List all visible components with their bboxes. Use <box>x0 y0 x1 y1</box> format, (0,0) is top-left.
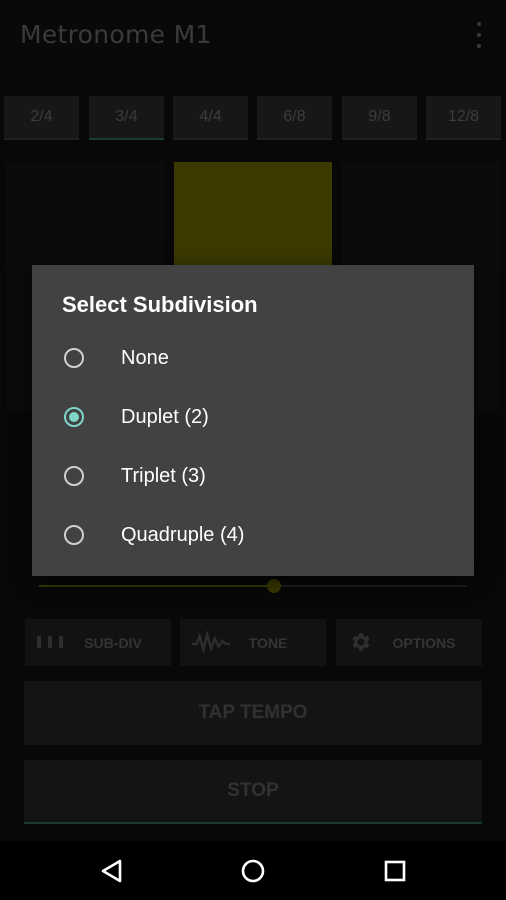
option-none[interactable]: None <box>32 330 474 389</box>
option-label: Triplet (3) <box>121 465 206 487</box>
radio-button[interactable] <box>64 466 84 486</box>
option-label: Quadruple (4) <box>121 524 245 546</box>
dialog-title: Select Subdivision <box>62 292 258 317</box>
option-label: Duplet (2) <box>121 406 209 428</box>
subdivision-dialog: Select Subdivision None Duplet (2) Tripl… <box>32 265 474 576</box>
option-triplet[interactable]: Triplet (3) <box>32 448 474 507</box>
option-label: None <box>121 347 169 369</box>
radio-button[interactable] <box>64 407 84 427</box>
option-quadruple[interactable]: Quadruple (4) <box>32 507 474 566</box>
radio-button[interactable] <box>64 525 84 545</box>
recents-icon[interactable] <box>381 857 409 885</box>
option-duplet[interactable]: Duplet (2) <box>32 389 474 448</box>
radio-button[interactable] <box>64 348 84 368</box>
back-icon[interactable] <box>98 857 126 885</box>
system-nav-bar <box>0 841 506 900</box>
home-icon[interactable] <box>239 857 267 885</box>
